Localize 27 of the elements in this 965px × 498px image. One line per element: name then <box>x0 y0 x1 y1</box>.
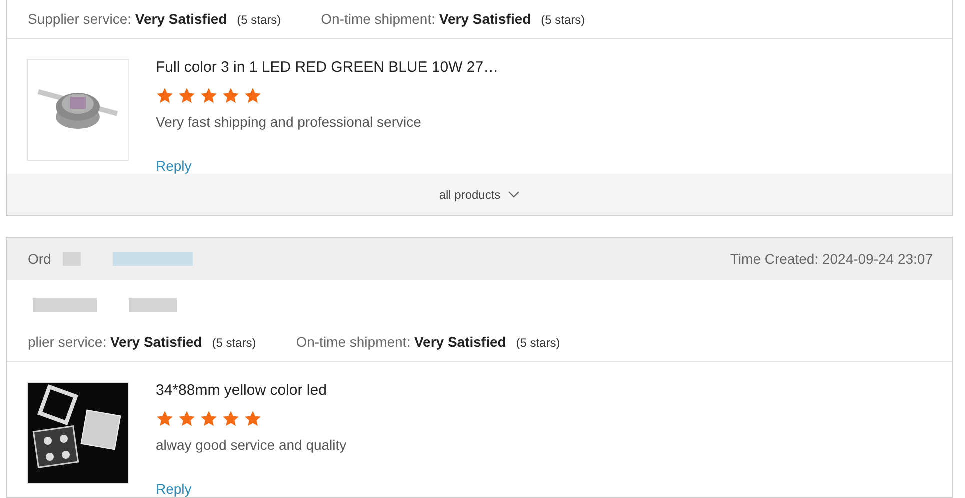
chevron-down-icon <box>508 190 520 198</box>
redaction-patch <box>63 252 81 266</box>
reply-link[interactable]: Reply <box>156 158 499 174</box>
star-icon <box>244 87 262 105</box>
star-icon <box>200 87 218 105</box>
star-icon <box>244 410 262 428</box>
review-text: alway good service and quality <box>156 437 347 453</box>
star-icon <box>222 87 240 105</box>
star-icon <box>222 410 240 428</box>
star-icon <box>178 87 196 105</box>
star-icon <box>156 87 174 105</box>
order-label: Ord <box>28 251 52 267</box>
product-title: Full color 3 in 1 LED RED GREEN BLUE 10W 27… <box>156 59 499 76</box>
redaction-patch <box>33 298 97 312</box>
rating-text: On-time shipment: Very Satisfied (5 stars) <box>296 334 560 350</box>
product-title: 34*88mm yellow color led <box>156 382 328 399</box>
time-created: Time Created: 2024-09-24 23:07 <box>730 251 933 267</box>
all-products-toggle[interactable]: all products <box>439 188 520 202</box>
star-icon <box>200 410 218 428</box>
star-icon <box>156 410 174 428</box>
review-text: Very fast shipping and professional service <box>156 114 422 130</box>
rating-text: plier service: Very Satisfied (5 stars) <box>28 334 256 350</box>
rating-text: Supplier service: Very Satisfied (5 stars) <box>28 11 282 27</box>
rating-text: On-time shipment: Very Satisfied (5 stars) <box>321 11 586 27</box>
redaction-patch <box>129 298 177 312</box>
reply-link[interactable]: Reply <box>156 481 347 497</box>
star-icon <box>178 410 196 428</box>
